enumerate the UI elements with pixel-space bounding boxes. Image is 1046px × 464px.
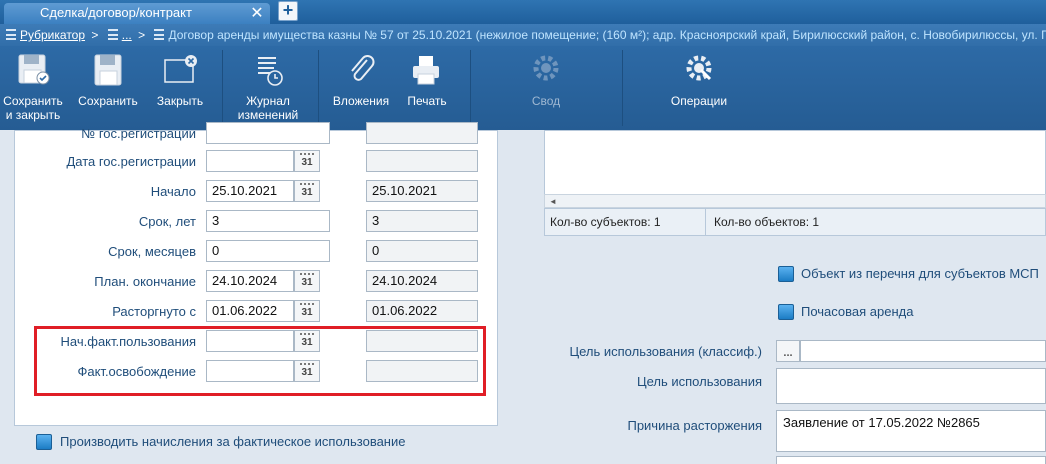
purpose-label: Цель использования: [636, 374, 762, 389]
breadcrumb-separator: >: [91, 28, 99, 42]
close-label: Закрыть: [156, 94, 204, 108]
print-label: Печать: [407, 94, 447, 108]
planned-end-label: План. окончание: [94, 274, 196, 289]
classifier-select-button[interactable]: ...: [776, 340, 800, 362]
calendar-icon[interactable]: 31: [294, 150, 320, 172]
toolbar-divider: [318, 50, 319, 126]
attachments-label: Вложения: [332, 94, 390, 108]
accrual-checkbox[interactable]: [36, 434, 52, 450]
add-tab-button[interactable]: +: [278, 1, 298, 21]
calendar-icon[interactable]: 31: [294, 180, 320, 202]
change-journal-button[interactable]: Журнал изменений: [232, 46, 304, 130]
subjects-count: Кол-во субъектов: 1: [550, 215, 661, 229]
start-readonly: 25.10.2021: [366, 180, 478, 202]
highlight-box: [34, 326, 486, 396]
purpose-classifier-input[interactable]: [800, 340, 1046, 362]
journal-label: Журнал изменений: [237, 94, 299, 122]
calendar-icon[interactable]: 31: [294, 300, 320, 322]
next-field-input[interactable]: [776, 456, 1046, 464]
printer-icon: [413, 56, 439, 85]
tab-bar: Сделка/договор/контракт ✕ +: [0, 0, 1046, 25]
paperclip-icon: [351, 55, 375, 81]
term-years-label: Срок, лет: [138, 214, 196, 229]
purpose-textarea[interactable]: [776, 368, 1046, 404]
termination-reason-label: Причина расторжения: [627, 418, 762, 433]
terminated-label: Расторгнуто с: [112, 304, 196, 319]
terminated-input[interactable]: 01.06.2022: [206, 300, 294, 322]
toolbar-divider: [470, 50, 471, 126]
purpose-classifier-label: Цель использования (классиф.): [569, 344, 763, 359]
toolbar-divider: [622, 50, 623, 126]
attachments-button[interactable]: Вложения: [328, 46, 394, 130]
close-window-icon: [164, 55, 197, 83]
toolbar-divider: [222, 50, 223, 126]
list-icon: [107, 29, 118, 40]
scroll-left-icon[interactable]: ◄: [549, 197, 557, 206]
reg-number-label: № гос.регистрации: [81, 126, 196, 141]
operations-button[interactable]: Операции: [662, 46, 736, 130]
journal-icon: [258, 57, 283, 86]
summary-button[interactable]: Свод: [512, 46, 580, 130]
hourly-checkbox-label: Почасовая аренда: [801, 304, 914, 319]
hourly-checkbox[interactable]: [778, 304, 794, 320]
save-close-icon: [18, 54, 50, 85]
start-label: Начало: [150, 184, 196, 199]
content-area: № гос.регистрации Дата гос.регистрации 3…: [0, 122, 1046, 464]
reg-date-label: Дата гос.регистрации: [66, 154, 196, 169]
term-months-readonly: 0: [366, 240, 478, 262]
reg-number-input[interactable]: [206, 122, 330, 144]
tab-deal[interactable]: Сделка/договор/контракт ✕: [4, 3, 270, 25]
breadcrumb: Рубрикатор > ... > Договор аренды имущес…: [0, 24, 1046, 46]
save-icon: [94, 54, 122, 86]
list-icon: [6, 29, 16, 40]
toolbar: Сохранить и закрыть Сохранить Закрыть Жу…: [0, 46, 1046, 130]
termination-reason-textarea[interactable]: Заявление от 17.05.2022 №2865: [776, 410, 1046, 452]
planned-end-input[interactable]: 24.10.2024: [206, 270, 294, 292]
term-years-input[interactable]: 3: [206, 210, 330, 232]
term-years-readonly: 3: [366, 210, 478, 232]
planned-end-readonly: 24.10.2024: [366, 270, 478, 292]
save-button[interactable]: Сохранить: [72, 46, 144, 130]
breadcrumb-root[interactable]: Рубрикатор: [20, 28, 85, 42]
breadcrumb-separator: >: [138, 28, 146, 42]
reg-number-readonly: [366, 122, 478, 144]
gear-wrench-icon: [686, 55, 712, 81]
status-divider: [705, 209, 706, 235]
objects-count: Кол-во объектов: 1: [714, 215, 820, 229]
grid-status-bar: Кол-во субъектов: 1 Кол-во объектов: 1: [544, 208, 1046, 236]
reg-date-readonly: [366, 150, 478, 172]
reg-date-input[interactable]: [206, 150, 294, 172]
term-months-input[interactable]: 0: [206, 240, 330, 262]
terminated-readonly: 01.06.2022: [366, 300, 478, 322]
save-label: Сохранить: [78, 94, 138, 108]
close-icon[interactable]: ✕: [248, 6, 266, 24]
msp-checkbox-label: Объект из перечня для субъектов МСП: [801, 266, 1039, 281]
start-input[interactable]: 25.10.2021: [206, 180, 294, 202]
document-icon: [154, 29, 165, 40]
operations-label: Операции: [670, 94, 728, 108]
calendar-icon[interactable]: 31: [294, 270, 320, 292]
horizontal-scrollbar[interactable]: ◄: [544, 194, 1046, 208]
print-button[interactable]: Печать: [398, 46, 456, 130]
save-and-close-label: Сохранить и закрыть: [3, 94, 63, 122]
msp-checkbox[interactable]: [778, 266, 794, 282]
breadcrumb-ellipsis[interactable]: ...: [122, 28, 132, 42]
save-and-close-button[interactable]: Сохранить и закрыть: [0, 46, 66, 130]
gear-icon: [533, 55, 559, 81]
accrual-checkbox-label: Производить начисления за фактическое ис…: [60, 434, 406, 449]
summary-label: Свод: [531, 94, 561, 108]
term-months-label: Срок, месяцев: [108, 244, 196, 259]
close-button[interactable]: Закрыть: [150, 46, 210, 130]
tab-title: Сделка/договор/контракт: [40, 5, 192, 20]
breadcrumb-document: Договор аренды имущества казны № 57 от 2…: [168, 28, 1046, 42]
